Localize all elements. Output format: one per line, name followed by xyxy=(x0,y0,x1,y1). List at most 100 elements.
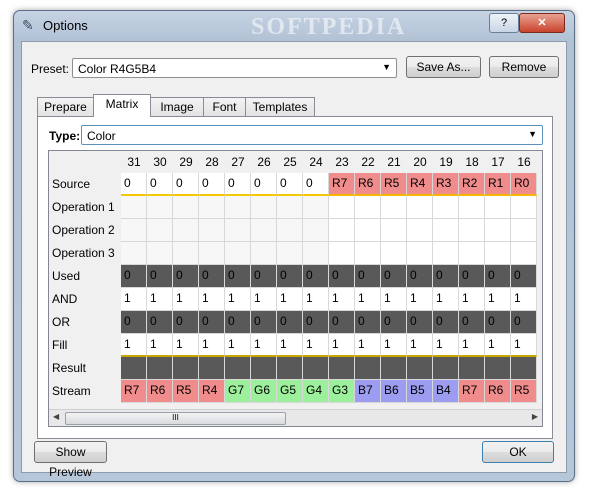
matrix-cell[interactable] xyxy=(251,219,277,242)
matrix-cell[interactable]: R7 xyxy=(121,380,147,403)
remove-button[interactable]: Remove xyxy=(489,56,559,78)
matrix-cell[interactable] xyxy=(225,219,251,242)
matrix-cell[interactable]: 0 xyxy=(225,311,251,334)
matrix-cell[interactable] xyxy=(225,196,251,219)
matrix-cell[interactable]: 0 xyxy=(381,311,407,334)
matrix-cell[interactable]: 1 xyxy=(251,334,277,357)
save-as-button[interactable]: Save As... xyxy=(406,56,481,78)
matrix-cell[interactable]: 1 xyxy=(173,334,199,357)
matrix-cell[interactable] xyxy=(459,242,485,265)
matrix-cell[interactable] xyxy=(121,196,147,219)
matrix-cell[interactable]: 1 xyxy=(407,288,433,311)
matrix-cell[interactable]: 0 xyxy=(121,311,147,334)
matrix-cell[interactable] xyxy=(199,242,225,265)
matrix-cell[interactable]: R6 xyxy=(147,380,173,403)
matrix-cell[interactable] xyxy=(303,196,329,219)
matrix-cell[interactable]: 1 xyxy=(459,334,485,357)
matrix-cell[interactable]: R5 xyxy=(381,173,407,196)
matrix-cell[interactable] xyxy=(485,242,511,265)
matrix-cell[interactable]: 0 xyxy=(199,265,225,288)
matrix-cell[interactable]: G5 xyxy=(277,380,303,403)
matrix-cell[interactable]: G3 xyxy=(329,380,355,403)
matrix-cell[interactable] xyxy=(121,242,147,265)
matrix-cell[interactable] xyxy=(147,219,173,242)
matrix-cell[interactable] xyxy=(147,196,173,219)
matrix-cell[interactable]: 0 xyxy=(303,173,329,196)
matrix-cell[interactable]: B7 xyxy=(355,380,381,403)
matrix-cell[interactable]: R6 xyxy=(485,380,511,403)
matrix-cell[interactable]: 0 xyxy=(303,311,329,334)
matrix-cell[interactable]: 1 xyxy=(433,288,459,311)
matrix-cell[interactable]: 0 xyxy=(329,265,355,288)
matrix-cell[interactable]: 1 xyxy=(459,288,485,311)
matrix-cell[interactable]: R7 xyxy=(459,380,485,403)
matrix-cell[interactable]: 0 xyxy=(277,173,303,196)
matrix-cell[interactable]: R7 xyxy=(329,173,355,196)
matrix-cell[interactable] xyxy=(147,357,173,380)
matrix-cell[interactable]: 0 xyxy=(199,311,225,334)
matrix-cell[interactable]: 0 xyxy=(303,265,329,288)
matrix-cell[interactable]: 1 xyxy=(329,334,355,357)
matrix-cell[interactable] xyxy=(433,196,459,219)
matrix-cell[interactable]: R6 xyxy=(355,173,381,196)
matrix-cell[interactable]: R5 xyxy=(173,380,199,403)
matrix-cell[interactable] xyxy=(381,242,407,265)
tab-image[interactable]: Image xyxy=(150,97,204,116)
matrix-cell[interactable]: 1 xyxy=(251,288,277,311)
matrix-cell[interactable]: 0 xyxy=(355,311,381,334)
matrix-cell[interactable]: 0 xyxy=(147,173,173,196)
help-button[interactable]: ? xyxy=(489,13,519,33)
matrix-cell[interactable]: 0 xyxy=(173,173,199,196)
matrix-cell[interactable]: 0 xyxy=(251,311,277,334)
matrix-cell[interactable] xyxy=(173,219,199,242)
matrix-cell[interactable]: 1 xyxy=(199,334,225,357)
matrix-cell[interactable] xyxy=(329,196,355,219)
matrix-cell[interactable] xyxy=(147,242,173,265)
type-combo[interactable]: Color ▼ xyxy=(81,125,543,145)
matrix-cell[interactable] xyxy=(511,196,537,219)
scrollbar-thumb[interactable]: III xyxy=(65,412,286,425)
matrix-cell[interactable] xyxy=(459,219,485,242)
matrix-cell[interactable] xyxy=(407,219,433,242)
matrix-cell[interactable]: 1 xyxy=(225,334,251,357)
matrix-cell[interactable]: 1 xyxy=(407,334,433,357)
matrix-cell[interactable] xyxy=(511,357,537,380)
matrix-cell[interactable]: 0 xyxy=(355,265,381,288)
matrix-cell[interactable] xyxy=(433,357,459,380)
matrix-cell[interactable]: R0 xyxy=(511,173,537,196)
matrix-cell[interactable]: 0 xyxy=(251,265,277,288)
matrix-cell[interactable] xyxy=(407,242,433,265)
matrix-cell[interactable]: 0 xyxy=(407,265,433,288)
matrix-cell[interactable]: 0 xyxy=(147,265,173,288)
matrix-cell[interactable]: 1 xyxy=(173,288,199,311)
matrix-cell[interactable]: 1 xyxy=(511,288,537,311)
matrix-cell[interactable]: R2 xyxy=(459,173,485,196)
matrix-cell[interactable] xyxy=(251,357,277,380)
matrix-cell[interactable]: 0 xyxy=(511,311,537,334)
matrix-cell[interactable] xyxy=(355,357,381,380)
matrix-cell[interactable]: 1 xyxy=(147,334,173,357)
matrix-cell[interactable]: 0 xyxy=(433,265,459,288)
matrix-cell[interactable]: 1 xyxy=(303,288,329,311)
matrix-cell[interactable]: 0 xyxy=(329,311,355,334)
matrix-cell[interactable] xyxy=(277,219,303,242)
matrix-cell[interactable] xyxy=(485,219,511,242)
matrix-cell[interactable] xyxy=(355,219,381,242)
matrix-cell[interactable]: 0 xyxy=(459,311,485,334)
matrix-cell[interactable] xyxy=(121,357,147,380)
matrix-cell[interactable] xyxy=(407,196,433,219)
matrix-cell[interactable]: 1 xyxy=(121,288,147,311)
matrix-cell[interactable] xyxy=(433,219,459,242)
matrix-cell[interactable]: R4 xyxy=(199,380,225,403)
matrix-cell[interactable] xyxy=(329,242,355,265)
matrix-cell[interactable]: B5 xyxy=(407,380,433,403)
matrix-cell[interactable]: B4 xyxy=(433,380,459,403)
matrix-cell[interactable]: 0 xyxy=(485,265,511,288)
matrix-cell[interactable]: 1 xyxy=(355,334,381,357)
matrix-cell[interactable]: 1 xyxy=(433,334,459,357)
matrix-cell[interactable]: 0 xyxy=(277,311,303,334)
matrix-cell[interactable]: 0 xyxy=(225,173,251,196)
matrix-cell[interactable]: R4 xyxy=(407,173,433,196)
matrix-cell[interactable] xyxy=(173,357,199,380)
matrix-cell[interactable] xyxy=(251,242,277,265)
